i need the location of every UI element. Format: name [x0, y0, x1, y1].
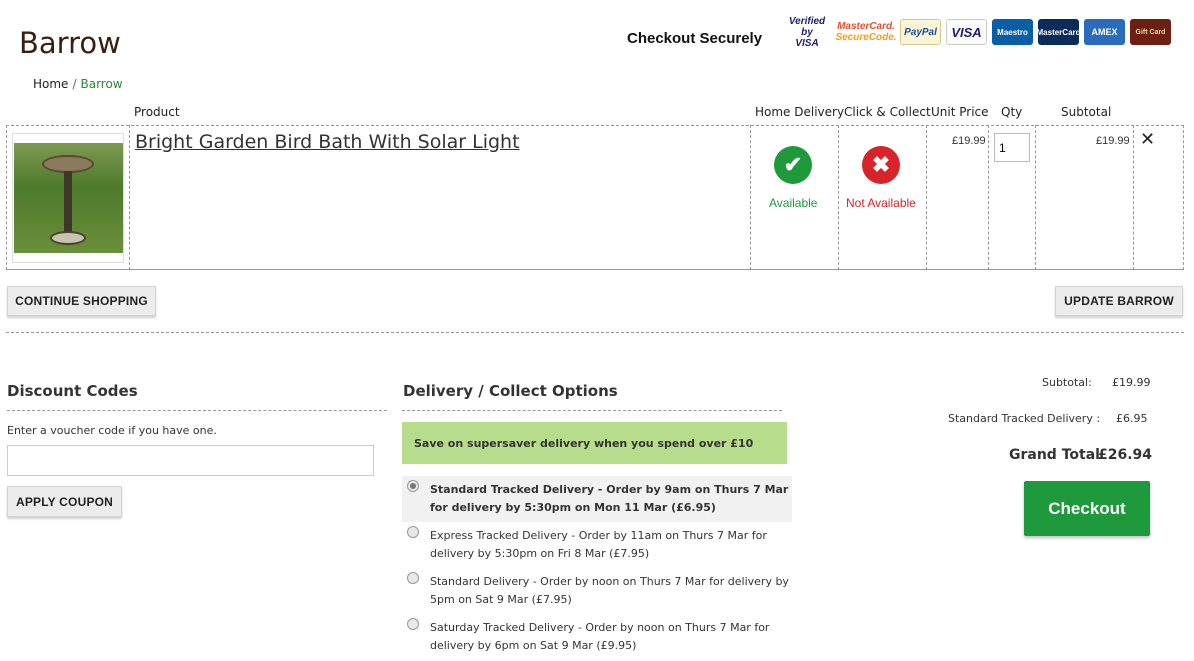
cell-divider — [926, 125, 927, 270]
checkout-securely-label: Checkout Securely — [627, 30, 763, 47]
delivery-divider — [402, 410, 782, 411]
cell-divider — [988, 125, 989, 270]
cell-divider — [838, 125, 839, 270]
delivery-option[interactable]: Saturday Tracked Delivery - Order by noo… — [402, 614, 792, 660]
verified-by-visa-logo: Verified by VISA — [788, 15, 826, 49]
cell-divider — [1133, 125, 1134, 270]
delivery-option[interactable]: Standard Tracked Delivery - Order by 9am… — [402, 476, 792, 522]
supersaver-promo-banner: Save on supersaver delivery when you spe… — [402, 422, 787, 464]
grand-total-value: £26.94 — [1098, 447, 1153, 463]
header-product: Product — [134, 105, 180, 119]
home-delivery-status: Available — [769, 196, 818, 210]
grand-total-label: Grand Total — [1009, 447, 1100, 463]
cell-divider — [1035, 125, 1036, 270]
unit-price: £19.99 — [952, 135, 986, 147]
radio[interactable] — [407, 526, 419, 538]
header-click-collect: Click & Collect — [844, 105, 931, 119]
voucher-code-input[interactable] — [7, 445, 374, 476]
delivery-option-label: Standard Tracked Delivery - Order by 9am… — [430, 483, 789, 514]
header-home-delivery: Home Delivery — [755, 105, 845, 119]
delivery-option-label: Express Tracked Delivery - Order by 11am… — [430, 529, 767, 560]
check-icon: ✔ — [774, 146, 812, 184]
maestro-logo: Maestro — [992, 19, 1033, 45]
summary-delivery-value: £6.95 — [1116, 412, 1148, 425]
apply-coupon-button[interactable]: APPLY COUPON — [7, 486, 122, 517]
breadcrumb-current: Barrow — [80, 77, 123, 91]
summary-subtotal-value: £19.99 — [1112, 376, 1151, 389]
cell-divider — [750, 125, 751, 270]
payment-logos: Verified by VISA MasterCard. SecureCode.… — [782, 15, 1171, 49]
cell-divider — [1183, 125, 1184, 270]
page-title: Barrow — [19, 26, 121, 60]
row-subtotal: £19.99 — [1096, 135, 1130, 147]
amex-logo: AMEX — [1084, 19, 1125, 45]
cell-divider — [6, 125, 7, 270]
update-barrow-button[interactable]: UPDATE BARROW — [1055, 286, 1183, 316]
gift-card-logo: Gift Card — [1130, 19, 1171, 45]
radio[interactable] — [407, 618, 419, 630]
bird-bath-image — [14, 143, 123, 253]
checkout-button[interactable]: Checkout — [1024, 481, 1150, 536]
section-divider — [6, 332, 1184, 333]
breadcrumb: Home / Barrow — [33, 77, 123, 91]
discount-divider — [7, 410, 387, 411]
header-unit-price: Unit Price — [931, 105, 989, 119]
continue-shopping-button[interactable]: CONTINUE SHOPPING — [7, 286, 156, 316]
breadcrumb-home-link[interactable]: Home — [33, 77, 68, 91]
header-subtotal: Subtotal — [1061, 105, 1112, 119]
radio-selected[interactable] — [407, 480, 419, 492]
header-qty: Qty — [1001, 105, 1023, 119]
voucher-hint: Enter a voucher code if you have one. — [7, 424, 217, 437]
paypal-logo: PayPal — [900, 19, 941, 45]
delivery-option-label: Saturday Tracked Delivery - Order by noo… — [430, 621, 770, 652]
radio[interactable] — [407, 572, 419, 584]
summary-subtotal-label: Subtotal: — [1042, 376, 1092, 389]
discount-codes-title: Discount Codes — [7, 382, 138, 400]
product-thumbnail[interactable] — [12, 133, 124, 263]
mastercard-securecode-logo: MasterCard. SecureCode. — [835, 21, 897, 43]
quantity-input[interactable] — [994, 133, 1030, 162]
product-name-link[interactable]: Bright Garden Bird Bath With Solar Light — [135, 131, 520, 153]
visa-logo: VISA — [946, 19, 987, 45]
summary-delivery-label: Standard Tracked Delivery : — [948, 412, 1101, 425]
delivery-option[interactable]: Standard Delivery - Order by noon on Thu… — [402, 568, 792, 614]
delivery-options-title: Delivery / Collect Options — [403, 382, 618, 400]
remove-item-icon[interactable]: ✕ — [1140, 129, 1155, 150]
cross-icon: ✖ — [862, 146, 900, 184]
breadcrumb-separator: / — [72, 77, 77, 91]
delivery-option-label: Standard Delivery - Order by noon on Thu… — [430, 575, 789, 606]
delivery-option[interactable]: Express Tracked Delivery - Order by 11am… — [402, 522, 792, 568]
click-collect-status: Not Available — [846, 196, 916, 210]
mastercard-logo: MasterCard — [1037, 19, 1081, 45]
cell-divider — [129, 125, 130, 270]
